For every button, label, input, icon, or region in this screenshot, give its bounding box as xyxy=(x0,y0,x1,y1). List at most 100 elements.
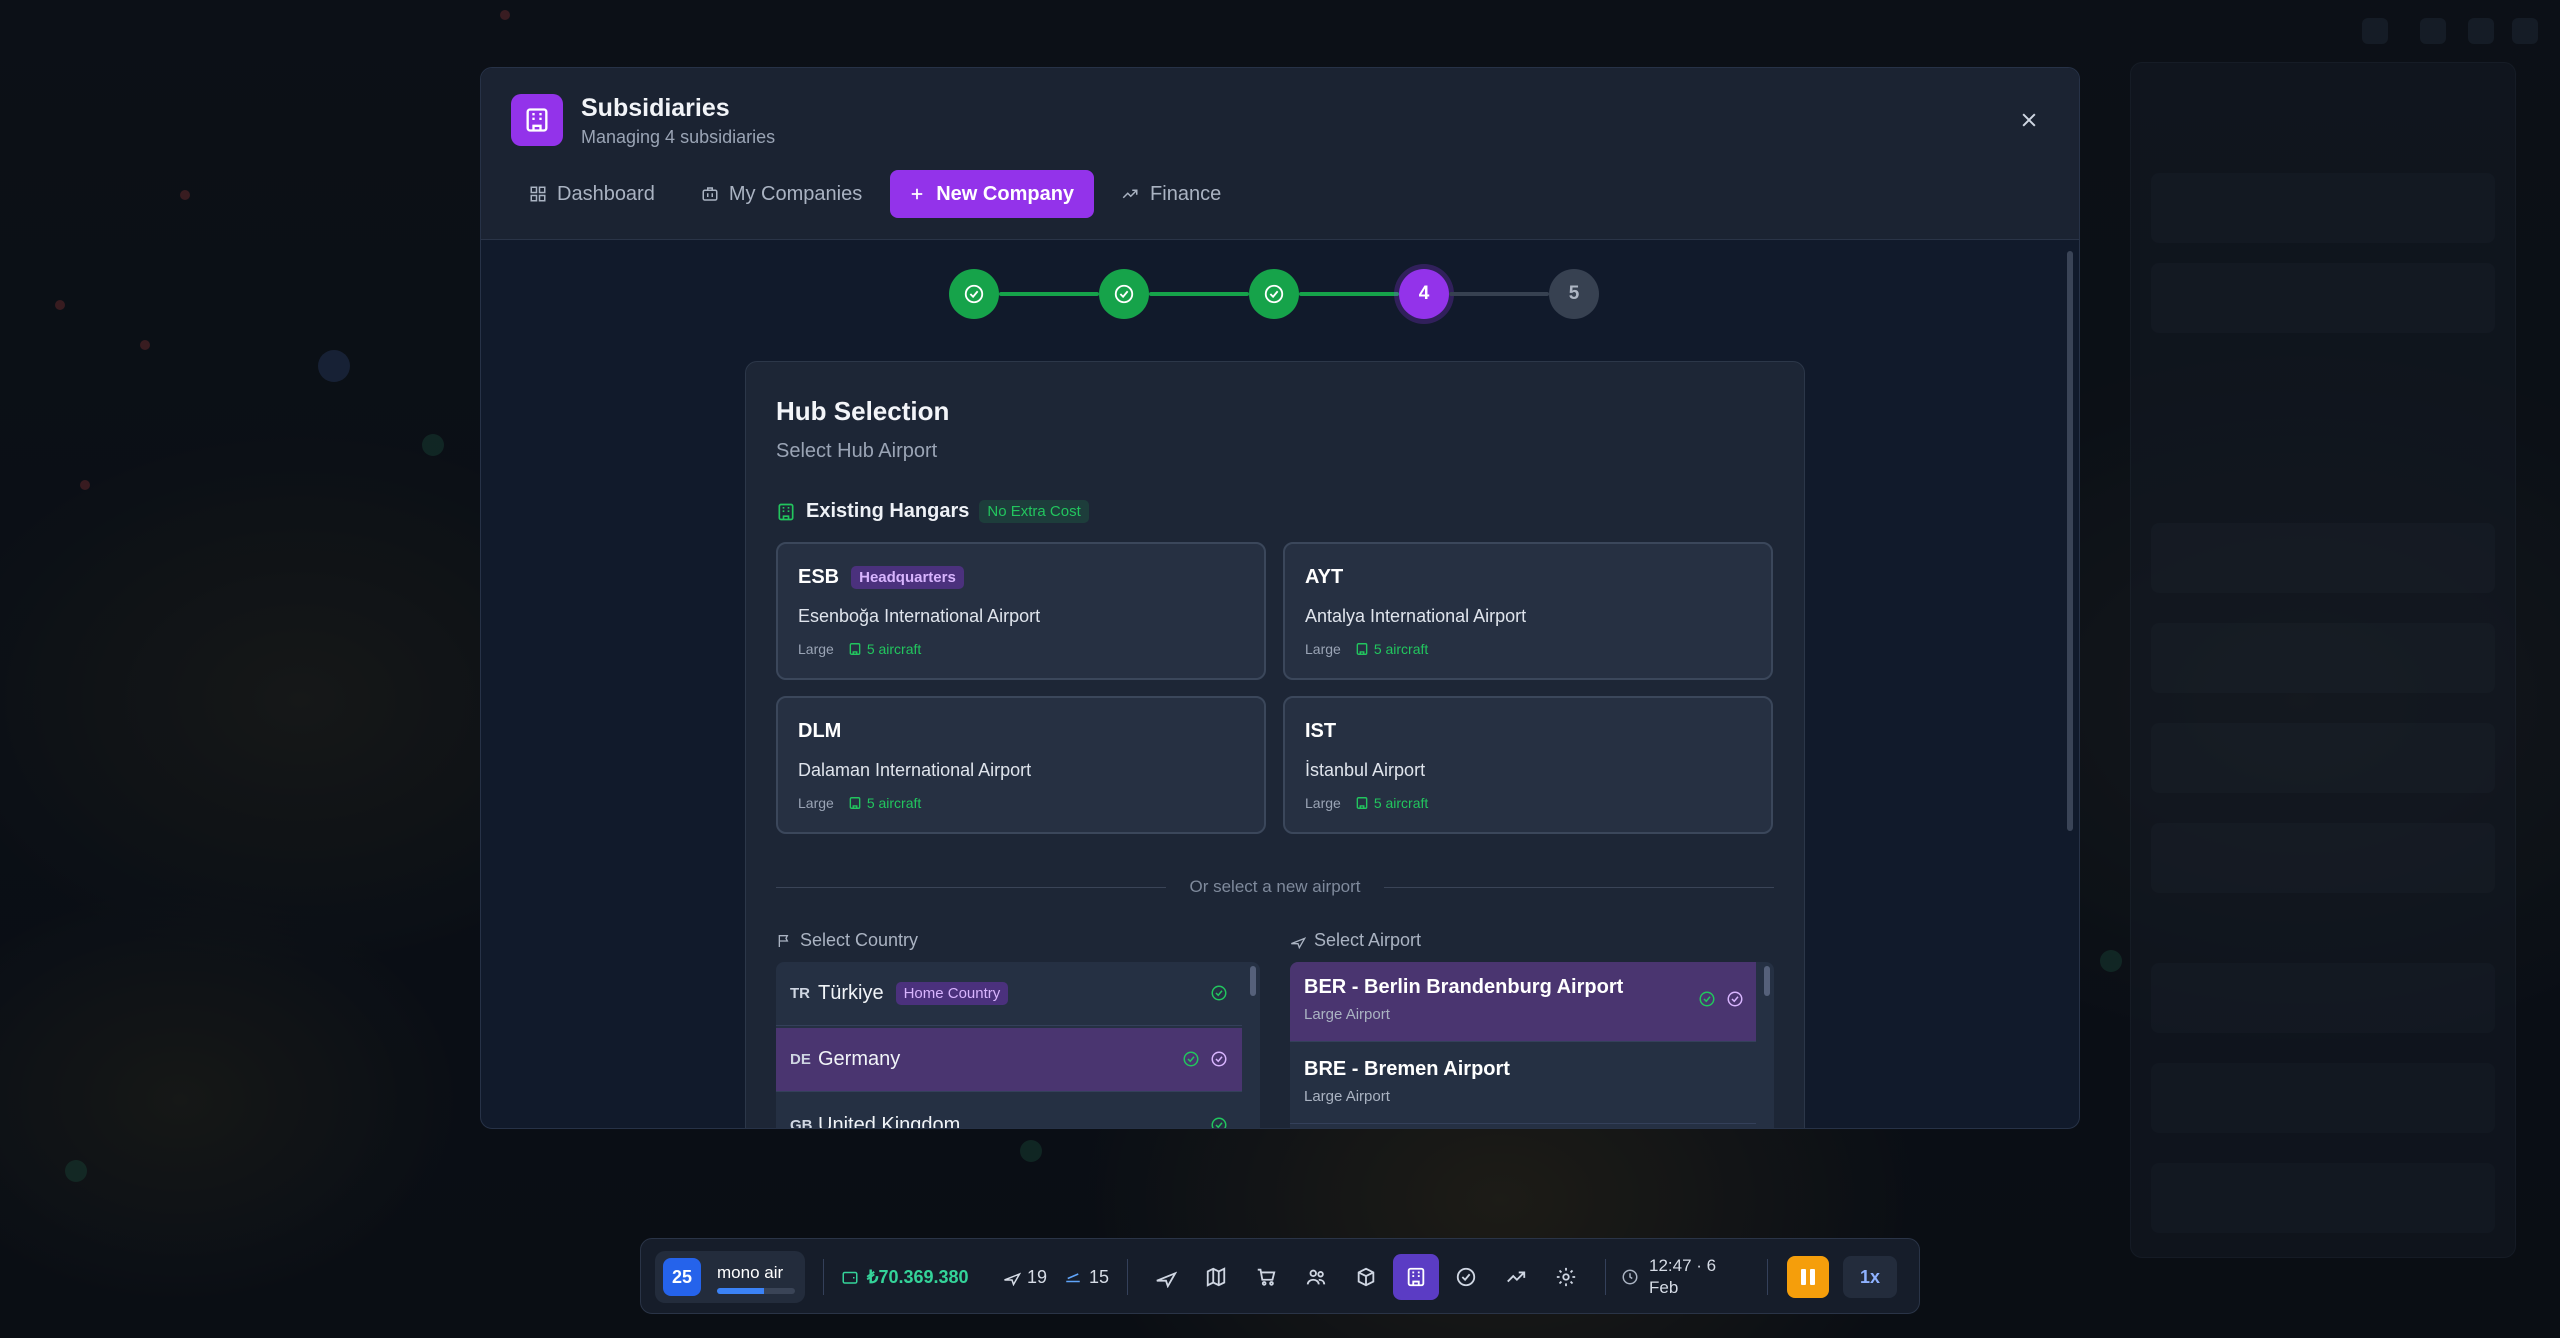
country-name: United Kingdom xyxy=(818,1114,961,1128)
country-name: Germany xyxy=(818,1048,901,1070)
hangar-card-ist[interactable]: IST İstanbul Airport Large 5 aircraft xyxy=(1283,696,1773,834)
check-circle-icon xyxy=(964,284,984,304)
step-1-complete xyxy=(949,269,999,319)
staff-tool-button[interactable] xyxy=(1293,1254,1339,1300)
modal-scrollbar[interactable] xyxy=(2067,251,2073,831)
airport-size: Large xyxy=(1305,641,1341,657)
card-title: Hub Selection xyxy=(776,396,950,426)
aircraft-count: 5 aircraft xyxy=(866,641,922,657)
tab-label: New Company xyxy=(936,182,1075,205)
tab-label: My Companies xyxy=(728,182,863,205)
country-list[interactable]: TR Türkiye Home Country DE Germany GB Un… xyxy=(776,962,1260,1128)
subsidiaries-tool-button[interactable] xyxy=(1393,1254,1439,1300)
airport-item-ber[interactable]: BER - Berlin Brandenburg Airport Large A… xyxy=(1290,962,1756,1042)
list-scrollbar[interactable] xyxy=(1764,966,1770,996)
hangar-card-esb[interactable]: ESB Headquarters Esenboğa International A… xyxy=(776,542,1266,680)
airport-code: IST xyxy=(1305,720,1337,742)
tab-dashboard[interactable]: Dashboard xyxy=(511,170,675,218)
pause-icon xyxy=(1801,1269,1815,1285)
select-airport-label: Select Airport xyxy=(1290,930,1421,951)
map-tool-button[interactable] xyxy=(1193,1254,1239,1300)
plane-icon xyxy=(1291,936,1306,949)
tab-my-companies[interactable]: My Companies xyxy=(683,170,882,218)
notification-icon[interactable] xyxy=(2362,18,2388,44)
hangar-icon xyxy=(849,643,861,655)
settings-icon[interactable] xyxy=(2468,18,2494,44)
speed-button[interactable]: 1x xyxy=(1843,1256,1897,1298)
xp-progress-bar xyxy=(717,1288,795,1294)
select-country-label: Select Country xyxy=(776,930,918,951)
card-subtitle: Select Hub Airport xyxy=(776,440,938,462)
hangar-card-dlm[interactable]: DLM Dalaman International Airport Large 5… xyxy=(776,696,1266,834)
aircraft-count: 5 aircraft xyxy=(1373,641,1429,657)
airport-type: Large Airport xyxy=(1304,1006,1390,1023)
modal-body[interactable]: 4 5 Hub Selection Select Hub Airport Exi… xyxy=(481,241,2079,1128)
settings-tool-button[interactable] xyxy=(1543,1254,1589,1300)
check-circle-icon xyxy=(1183,1051,1199,1067)
list-scrollbar[interactable] xyxy=(1250,966,1256,996)
hangar-card-ayt[interactable]: AYT Antalya International Airport Large 5… xyxy=(1283,542,1773,680)
hub-selection-card: Hub Selection Select Hub Airport Existin… xyxy=(745,361,1805,1128)
shop-tool-button[interactable] xyxy=(1243,1254,1289,1300)
company-badge[interactable]: 25 mono air xyxy=(655,1251,805,1303)
subsidiaries-modal: Subsidiaries Managing 4 subsidiaries Das… xyxy=(480,67,2080,1129)
close-icon xyxy=(2022,113,2036,127)
trending-up-icon xyxy=(1507,1271,1526,1283)
hangar-icon xyxy=(1356,797,1368,809)
flights-side-panel xyxy=(2130,62,2516,1258)
country-item-de[interactable]: DE Germany xyxy=(776,1028,1242,1092)
cargo-tool-button[interactable] xyxy=(1343,1254,1389,1300)
selected-check-icon xyxy=(1211,1051,1227,1067)
flights-tool-button[interactable] xyxy=(1143,1254,1189,1300)
wallet-icon xyxy=(842,1271,858,1284)
modal-title: Subsidiaries xyxy=(581,94,730,122)
airport-name: Dalaman International Airport xyxy=(798,760,1032,780)
stats-tool-button[interactable] xyxy=(1493,1254,1539,1300)
pause-button[interactable] xyxy=(1787,1256,1829,1298)
box-icon xyxy=(1357,1267,1375,1287)
tool-buttons xyxy=(1143,1239,1589,1315)
airport-size: Large xyxy=(798,641,834,657)
profile-icon[interactable] xyxy=(2420,18,2446,44)
step-3-complete xyxy=(1249,269,1299,319)
headquarters-badge: Headquarters xyxy=(851,566,964,589)
briefcase-icon xyxy=(702,187,718,201)
label-text: Select Country xyxy=(800,930,919,950)
country-item-gb[interactable]: GB United Kingdom xyxy=(776,1094,1242,1128)
users-icon xyxy=(1306,1269,1326,1285)
divider-text: Or select a new airport xyxy=(1189,877,1361,896)
building-icon xyxy=(511,94,563,146)
aircraft-count: 5 aircraft xyxy=(866,795,922,811)
airport-item-bre[interactable]: BRE - Bremen Airport Large Airport xyxy=(1290,1044,1756,1124)
hangar-icon xyxy=(1356,643,1368,655)
clock-icon xyxy=(1622,1269,1638,1285)
close-button[interactable] xyxy=(2015,106,2043,134)
airport-name: Antalya International Airport xyxy=(1305,606,1527,626)
modal-header: Subsidiaries Managing 4 subsidiaries Das… xyxy=(481,68,2079,240)
country-code: GB xyxy=(790,1117,813,1128)
check-circle-icon xyxy=(1114,284,1134,304)
tasks-tool-button[interactable] xyxy=(1443,1254,1489,1300)
tab-finance[interactable]: Finance xyxy=(1102,170,1241,218)
company-name: mono air xyxy=(717,1263,784,1282)
hangar-icon xyxy=(849,797,861,809)
plane-icon xyxy=(1004,1272,1021,1286)
airport-title: BER - Berlin Brandenburg Airport xyxy=(1304,976,1624,998)
country-item-tr[interactable]: TR Türkiye Home Country xyxy=(776,962,1242,1026)
cart-icon xyxy=(1257,1268,1276,1286)
panel-row xyxy=(2151,173,2495,243)
time-controls: 1x xyxy=(1787,1239,1897,1315)
check-circle-icon xyxy=(1699,991,1715,1007)
flights-count[interactable]: 15 xyxy=(1063,1239,1109,1315)
aircraft-count[interactable]: 19 xyxy=(1003,1239,1047,1315)
panel-row xyxy=(2151,523,2495,593)
section-title: Existing Hangars xyxy=(806,500,970,522)
airport-list[interactable]: BER - Berlin Brandenburg Airport Large A… xyxy=(1290,962,1774,1128)
grid-icon xyxy=(530,186,546,202)
divider xyxy=(1127,1259,1128,1295)
tab-new-company[interactable]: New Company xyxy=(890,170,1095,218)
divider xyxy=(823,1259,824,1295)
step-connector xyxy=(1449,292,1549,296)
balance[interactable]: ₺70.369.380 xyxy=(841,1239,969,1315)
menu-icon[interactable] xyxy=(2512,18,2538,44)
